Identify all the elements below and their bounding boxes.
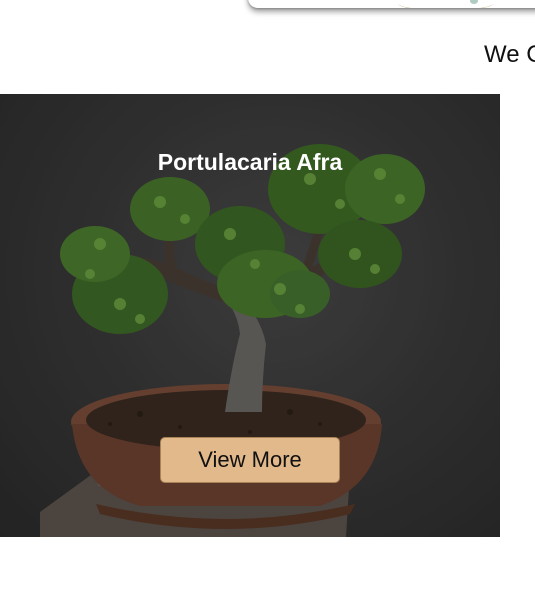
product-card: Portulacaria Afra View More	[0, 94, 500, 537]
product-title: Portulacaria Afra	[157, 149, 343, 175]
top-card	[248, 0, 535, 8]
decorative-line	[398, 0, 493, 8]
section-heading: We C	[484, 41, 535, 68]
view-more-button[interactable]: View More	[160, 437, 340, 483]
